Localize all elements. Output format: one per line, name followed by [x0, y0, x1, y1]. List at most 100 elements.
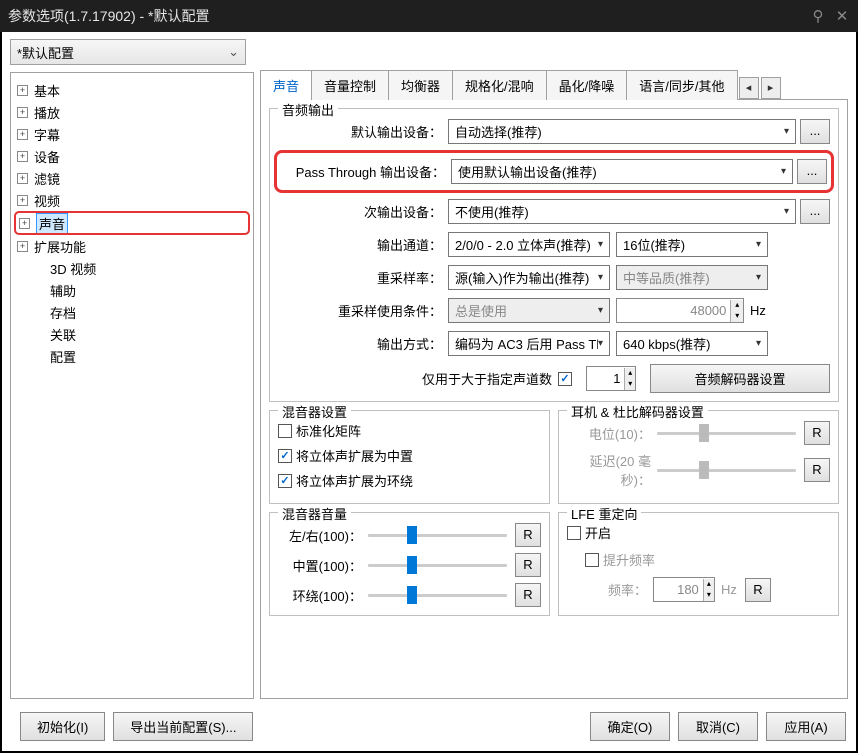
expand-icon[interactable]: + [17, 195, 28, 206]
secondary-device-combo[interactable]: 不使用(推荐)▾ [448, 199, 796, 224]
chevron-down-icon: ▾ [784, 206, 789, 217]
export-button[interactable]: 导出当前配置(S)... [113, 712, 253, 741]
init-button[interactable]: 初始化(I) [20, 712, 105, 741]
tree-item-配置[interactable]: 配置 [13, 345, 251, 367]
tab-bar: 声音音量控制均衡器规格化/混响晶化/降噪语言/同步/其他◂▸ [260, 72, 848, 100]
expand-icon[interactable]: + [17, 151, 28, 162]
spin-down[interactable]: ▾ [625, 379, 635, 390]
tab-晶化/降噪[interactable]: 晶化/降噪 [546, 70, 628, 100]
resample-combo[interactable]: 源(输入)作为输出(推荐)▾ [448, 265, 610, 290]
tree-item-辅助[interactable]: 辅助 [13, 279, 251, 301]
center-slider[interactable] [368, 555, 507, 575]
reset-button[interactable]: R [515, 553, 541, 577]
group-mixer: 混音器设置 ✓ 标准化矩阵 ✓ 将立体声扩展为中置 ✓ 将 [269, 410, 550, 504]
expand-icon[interactable]: + [17, 129, 28, 140]
spin-down[interactable]: ▾ [704, 590, 714, 601]
tab-scroll-right[interactable]: ▸ [761, 77, 781, 99]
browse-button[interactable]: ... [800, 119, 830, 144]
tab-scroll-left[interactable]: ◂ [739, 77, 759, 99]
cancel-button[interactable]: 取消(C) [678, 712, 758, 741]
bits-combo[interactable]: 16位(推荐)▾ [616, 232, 768, 257]
tree-item-关联[interactable]: 关联 [13, 323, 251, 345]
pin-icon[interactable]: ⚲ [810, 7, 826, 25]
hz-input[interactable] [617, 300, 730, 321]
decoder-settings-button[interactable]: 音频解码器设置 [650, 364, 830, 393]
expand-center-checkbox[interactable]: ✓ [278, 449, 292, 463]
group-legend: 耳机 & 杜比解码器设置 [567, 402, 708, 421]
tab-规格化/混响[interactable]: 规格化/混响 [452, 70, 547, 100]
hz-spin[interactable]: ▴▾ [616, 298, 744, 323]
reset-button[interactable]: R [745, 578, 771, 602]
close-icon[interactable]: ✕ [834, 7, 850, 25]
tab-均衡器[interactable]: 均衡器 [388, 70, 453, 100]
lfe-enable-checkbox[interactable]: ✓ [567, 526, 581, 540]
tab-声音[interactable]: 声音 [260, 70, 312, 100]
unit-label: Hz [750, 303, 766, 318]
tree-item-播放[interactable]: + 播放 [13, 101, 251, 123]
default-device-combo[interactable]: 自动选择(推荐)▾ [448, 119, 796, 144]
spin-up[interactable]: ▴ [625, 368, 635, 379]
reset-button[interactable]: R [515, 583, 541, 607]
label: 将立体声扩展为中置 [296, 446, 413, 465]
tab-音量控制[interactable]: 音量控制 [311, 70, 389, 100]
label: 次输出设备： [278, 202, 448, 221]
profile-select[interactable]: *默认配置 ⌄ [10, 39, 246, 65]
output-mode-combo[interactable]: 编码为 AC3 后用 Pass Through 输出▾ [448, 331, 610, 356]
tree-item-存档[interactable]: 存档 [13, 301, 251, 323]
label: 频率： [603, 580, 653, 599]
spin-up[interactable]: ▴ [731, 300, 743, 311]
reset-button[interactable]: R [515, 523, 541, 547]
tree-item-基本[interactable]: +基本 [13, 79, 251, 101]
channels-combo[interactable]: 2/0/0 - 2.0 立体声(推荐)▾ [448, 232, 610, 257]
label: 默认输出设备： [278, 122, 448, 141]
highlighted-row: Pass Through 输出设备： 使用默认输出设备(推荐)▾ ... [274, 150, 834, 193]
label: 中置(100)： [278, 556, 368, 575]
surround-slider[interactable] [368, 585, 507, 605]
category-tree: +基本+播放+字幕+设备+滤镜+视频+声音+扩展功能3D 视频辅助存档关联配置 [10, 72, 254, 699]
tree-item-label: 视频 [34, 191, 60, 210]
tree-item-扩展功能[interactable]: +扩展功能 [13, 235, 251, 257]
tree-item-滤镜[interactable]: +滤镜 [13, 167, 251, 189]
spin-up[interactable]: ▴ [704, 579, 714, 590]
passthrough-device-combo[interactable]: 使用默认输出设备(推荐)▾ [451, 159, 793, 184]
freq-input[interactable] [654, 579, 703, 600]
chevron-down-icon: ▾ [756, 239, 761, 250]
group-lfe: LFE 重定向 ✓ 开启 ✓ 提升频率 频率： [558, 512, 839, 616]
label: 提升频率 [603, 550, 655, 569]
spin-down[interactable]: ▾ [731, 311, 743, 322]
expand-icon[interactable]: + [17, 85, 28, 96]
lr-slider[interactable] [368, 525, 507, 545]
tree-item-3D 视频[interactable]: 3D 视频 [13, 257, 251, 279]
tree-item-设备[interactable]: +设备 [13, 145, 251, 167]
tree-item-label: 播放 [34, 103, 60, 122]
browse-button[interactable]: ... [800, 199, 830, 224]
label: 电位(10)： [567, 424, 657, 443]
tab-语言/同步/其他[interactable]: 语言/同步/其他 [626, 70, 737, 100]
tree-item-label: 3D 视频 [50, 259, 96, 278]
group-legend: 混音器设置 [278, 402, 351, 421]
bitrate-combo[interactable]: 640 kbps(推荐)▾ [616, 331, 768, 356]
apply-button[interactable]: 应用(A) [766, 712, 846, 741]
thresh-input[interactable] [587, 368, 624, 389]
expand-icon[interactable]: + [17, 107, 28, 118]
tree-item-label: 配置 [50, 347, 76, 366]
expand-icon[interactable]: + [17, 241, 28, 252]
tree-item-视频[interactable]: + 视频 [13, 189, 251, 211]
ok-button[interactable]: 确定(O) [590, 712, 670, 741]
lfe-boost-checkbox[interactable]: ✓ [585, 553, 599, 567]
tree-item-声音[interactable]: +声音 [15, 212, 249, 234]
reset-button[interactable]: R [804, 458, 830, 482]
profile-selected: *默认配置 [17, 43, 74, 62]
browse-button[interactable]: ... [797, 159, 827, 184]
freq-spin[interactable]: ▴▾ [653, 577, 715, 602]
expand-icon[interactable]: + [17, 173, 28, 184]
thresh-spin[interactable]: ▴▾ [586, 366, 636, 391]
resample-cond-combo: 总是使用▾ [448, 298, 610, 323]
thresh-checkbox[interactable]: ✓ [558, 372, 572, 386]
expand-surround-checkbox[interactable]: ✓ [278, 474, 292, 488]
label: 重采样率： [278, 268, 448, 287]
expand-icon[interactable]: + [19, 218, 30, 229]
reset-button[interactable]: R [804, 421, 830, 445]
norm-matrix-checkbox[interactable]: ✓ [278, 424, 292, 438]
tree-item-字幕[interactable]: +字幕 [13, 123, 251, 145]
